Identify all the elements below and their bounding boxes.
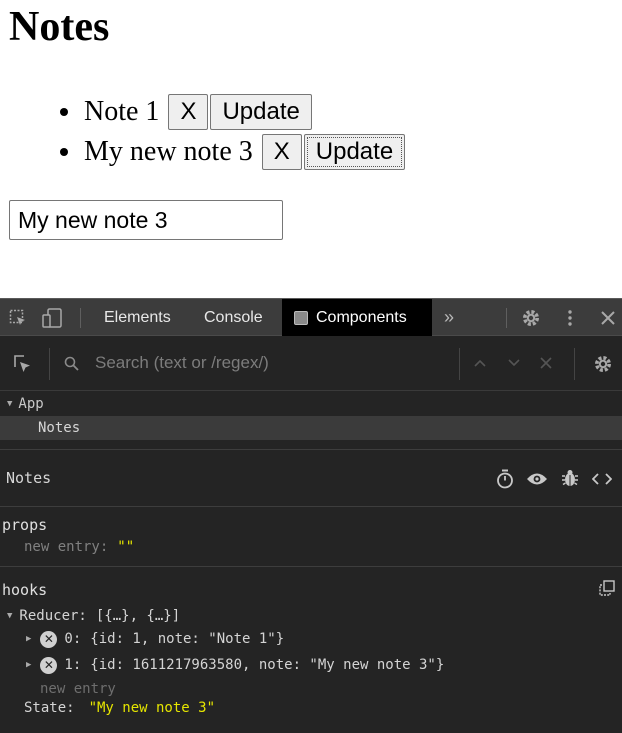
delete-button[interactable]: X xyxy=(261,134,302,170)
divider xyxy=(49,348,50,380)
note-text: My new note 3 xyxy=(84,136,253,167)
chevron-up-icon[interactable] xyxy=(472,355,488,371)
divider xyxy=(0,566,622,567)
close-icon[interactable] xyxy=(598,308,618,328)
divider xyxy=(80,308,81,328)
state-value: "My new note 3" xyxy=(88,700,216,716)
more-tabs-button[interactable]: » xyxy=(432,299,466,336)
caret-down-icon: ▼ xyxy=(7,611,13,621)
prop-value: "" xyxy=(117,539,135,555)
tree-node-app[interactable]: ▼ App xyxy=(0,392,622,416)
search-input[interactable]: Search (text or /regex/) xyxy=(95,353,269,373)
entry-index: 1: xyxy=(64,657,82,673)
hooks-section-title: hooks xyxy=(2,581,48,599)
tab-components[interactable]: Components xyxy=(282,299,432,336)
selected-component-name: Notes xyxy=(6,469,52,487)
reducer-entry-row[interactable]: ▶ ✕ 1: {id: 1611217963580, note: "My new… xyxy=(26,655,444,675)
tree-node-label: App xyxy=(18,396,44,412)
page-title: Notes xyxy=(9,4,110,50)
chevron-down-icon[interactable] xyxy=(506,355,522,371)
caret-right-icon: ▶ xyxy=(26,660,32,670)
divider xyxy=(459,348,460,380)
delete-entry-icon[interactable]: ✕ xyxy=(40,656,58,674)
divider xyxy=(506,308,507,328)
prop-key: new entry: xyxy=(24,539,109,555)
caret-right-icon: ▶ xyxy=(26,634,32,644)
state-hook-row[interactable]: State: "My new note 3" xyxy=(24,699,215,717)
select-element-icon[interactable] xyxy=(11,353,33,375)
state-label: State: xyxy=(24,700,75,716)
divider xyxy=(574,348,575,380)
props-section-title: props xyxy=(2,516,48,534)
caret-down-icon: ▼ xyxy=(7,399,13,409)
eye-icon[interactable] xyxy=(526,469,548,489)
tree-node-notes[interactable]: Notes xyxy=(0,416,622,440)
reducer-hook-row[interactable]: ▼ Reducer: [{…}, {…}] xyxy=(7,607,180,625)
notes-list: Note 1 X Update My new note 3 X Update xyxy=(0,92,407,172)
devtools-panel: Elements Console Components » Search (te… xyxy=(0,298,622,733)
update-button[interactable]: Update xyxy=(303,134,406,170)
app-page: Notes Note 1 X Update My new note 3 X Up… xyxy=(0,0,622,298)
divider xyxy=(0,506,622,507)
delete-button[interactable]: X xyxy=(168,94,209,130)
list-item: My new note 3 X Update xyxy=(0,132,407,172)
tree-node-label: Notes xyxy=(38,420,81,436)
component-tree: ▼ App Notes xyxy=(0,392,622,450)
note-input[interactable] xyxy=(9,200,283,240)
devtools-tabbar: Elements Console Components » xyxy=(0,298,622,336)
component-search-bar: Search (text or /regex/) xyxy=(0,336,622,391)
entry-value: {id: 1, note: "Note 1"} xyxy=(90,631,285,647)
code-icon[interactable] xyxy=(591,469,613,489)
reducer-entry-row[interactable]: ▶ ✕ 0: {id: 1, note: "Note 1"} xyxy=(26,629,284,649)
tab-components-label: Components xyxy=(316,308,407,326)
new-entry-row[interactable]: new entry xyxy=(40,680,116,698)
prop-row[interactable]: new entry: "" xyxy=(24,538,134,556)
new-entry-placeholder: new entry xyxy=(40,681,116,697)
tab-console[interactable]: Console xyxy=(192,299,275,336)
reducer-label: Reducer: xyxy=(19,608,87,624)
device-toolbar-icon[interactable] xyxy=(42,308,64,328)
inspect-icon[interactable] xyxy=(8,308,28,328)
component-settings-icon[interactable] xyxy=(592,353,614,375)
update-button[interactable]: Update xyxy=(210,94,312,130)
bug-icon[interactable] xyxy=(561,468,579,488)
stopwatch-icon[interactable] xyxy=(495,469,515,489)
entry-value: {id: 1611217963580, note: "My new note 3… xyxy=(90,657,445,673)
react-logo-icon xyxy=(294,310,308,325)
copy-icon[interactable] xyxy=(598,579,616,597)
reducer-summary: [{…}, {…}] xyxy=(95,608,181,624)
list-item: Note 1 X Update xyxy=(0,92,407,132)
clear-search-icon[interactable] xyxy=(538,355,554,371)
tab-elements[interactable]: Elements xyxy=(92,299,183,336)
kebab-menu-icon[interactable] xyxy=(562,307,578,329)
settings-icon[interactable] xyxy=(520,307,542,329)
note-text: Note 1 xyxy=(84,96,160,127)
entry-index: 0: xyxy=(64,631,82,647)
delete-entry-icon[interactable]: ✕ xyxy=(40,630,58,648)
search-icon xyxy=(63,355,79,371)
